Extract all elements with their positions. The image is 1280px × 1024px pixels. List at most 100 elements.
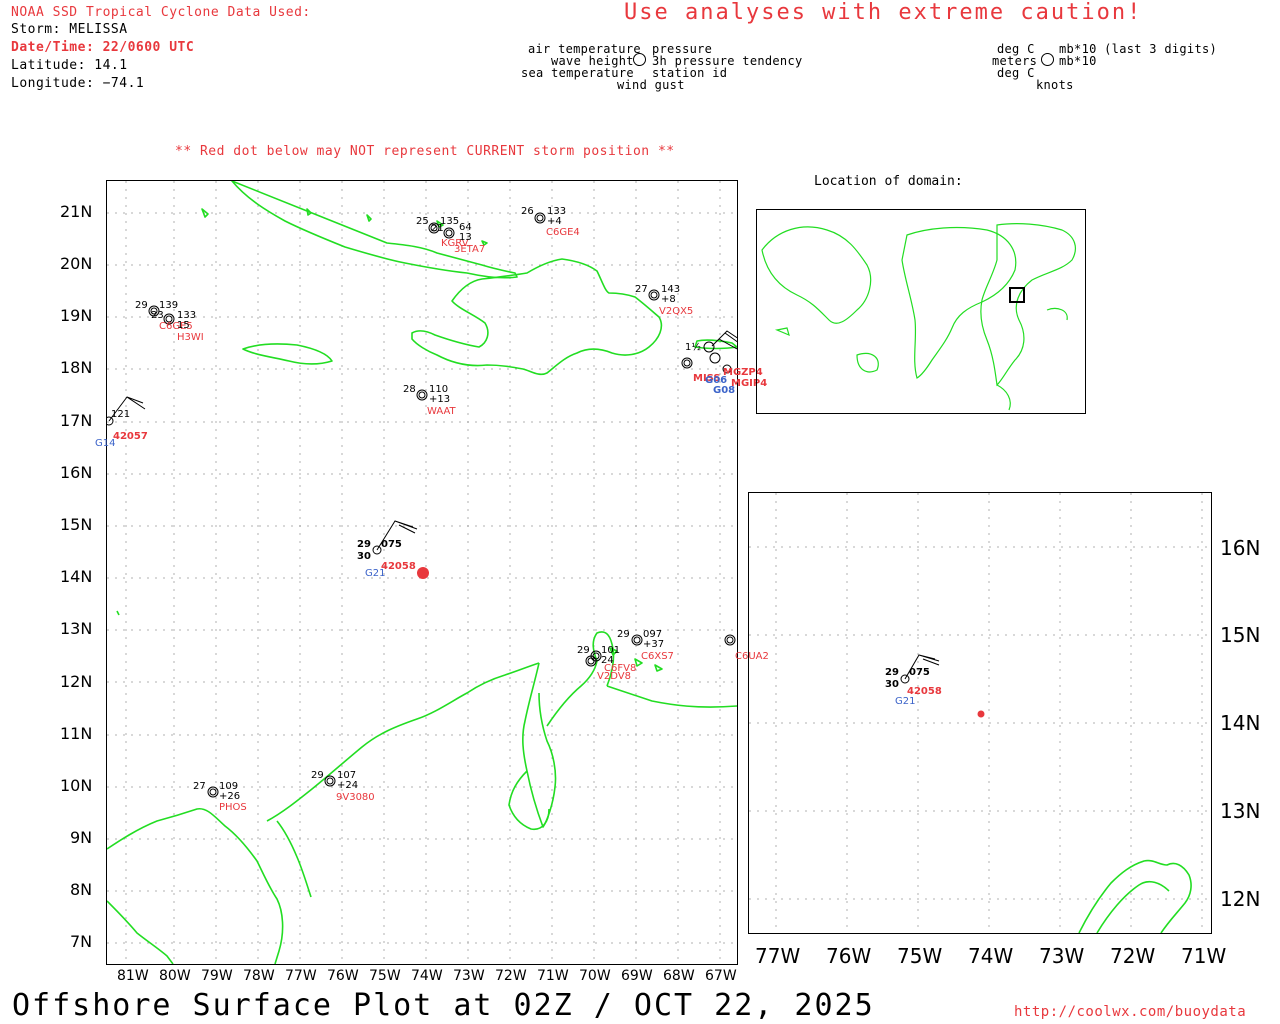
lon-tick: 77W xyxy=(285,968,317,984)
lat-tick: 9N xyxy=(70,828,93,847)
station-top-label: 21 xyxy=(431,223,444,234)
lon-tick: 73W xyxy=(453,968,485,984)
inset-title: Location of domain: xyxy=(814,174,963,189)
legend-units-circle-icon xyxy=(1041,53,1054,66)
satellite-label: G21 xyxy=(365,568,386,579)
station-top-label: 27 xyxy=(193,781,206,792)
legend-station-circle-icon xyxy=(633,53,646,66)
lat-tick: 7N xyxy=(70,932,93,951)
lon-tick: 72W xyxy=(495,968,527,984)
station-id-label: 42058 xyxy=(381,561,416,572)
legend-unit-mb: mb*10 xyxy=(1059,54,1097,68)
station-id-label: WAAT xyxy=(427,406,456,417)
lon-tick: 69W xyxy=(621,968,653,984)
lat-tick: 12N xyxy=(60,672,93,691)
station-tendency-label: +24 xyxy=(337,780,359,791)
station-pressure-label: 121 xyxy=(111,409,131,420)
zoom-satellite-label: G21 xyxy=(895,696,916,707)
plot-title: Offshore Surface Plot at 02Z / OCT 22, 2… xyxy=(12,988,875,1023)
station-tendency-label: +4 xyxy=(547,216,562,227)
zoom-map xyxy=(749,493,1211,933)
storm-center-marker xyxy=(417,567,429,579)
station-id-label: C6GE4 xyxy=(546,227,580,238)
lat-tick: 14N xyxy=(60,567,93,586)
lat-tick: 14N xyxy=(1220,711,1261,735)
station-top-label: 27 xyxy=(635,284,648,295)
lat-tick: 17N xyxy=(60,411,93,430)
station-id-label: 3ETA7 xyxy=(454,244,486,255)
storm-datetime: Date/Time: 22/0600 UTC xyxy=(11,40,195,55)
station-tendency-label: +8 xyxy=(661,294,676,305)
zoom-station-pressure-label: 075 xyxy=(909,667,930,678)
lat-tick: 11N xyxy=(60,724,93,743)
zoom-map-frame: 29 075 30 42058 G21 xyxy=(748,492,1212,934)
lon-tick: 70W xyxy=(579,968,611,984)
lat-tick: 13N xyxy=(1220,799,1261,823)
legend-unit-deg-c-sea: deg C xyxy=(997,66,1035,80)
lon-tick: 78W xyxy=(243,968,275,984)
lat-tick: 10N xyxy=(60,776,93,795)
zoom-station-top-label: 29 xyxy=(885,667,899,678)
station-pressure-label: 075 xyxy=(381,539,402,550)
lon-tick: 67W xyxy=(705,968,737,984)
station-id-label: C6FV8 xyxy=(604,663,637,674)
lat-tick: 21N xyxy=(60,202,93,221)
station-top-label: 1½ xyxy=(685,342,702,353)
lat-tick: 16N xyxy=(60,463,93,482)
lon-tick: 71W xyxy=(537,968,569,984)
station-top-label: 29 xyxy=(617,629,630,640)
lat-tick: 15N xyxy=(60,515,93,534)
lat-tick: 20N xyxy=(60,254,93,273)
lon-tick: 74W xyxy=(411,968,443,984)
lon-tick: 75W xyxy=(369,968,401,984)
lon-tick: 72W xyxy=(1110,944,1156,968)
lon-tick: 79W xyxy=(201,968,233,984)
lon-tick: 76W xyxy=(826,944,872,968)
lat-tick: 19N xyxy=(60,306,93,325)
station-id-label: H3WI xyxy=(177,332,204,343)
lat-tick: 13N xyxy=(60,619,93,638)
legend-wind-gust: wind gust xyxy=(617,78,685,92)
lon-tick: 75W xyxy=(897,944,943,968)
lat-tick: 8N xyxy=(70,880,93,899)
lon-tick: 76W xyxy=(327,968,359,984)
station-tendency-label: +26 xyxy=(219,791,241,802)
station-tendency-label: 13 xyxy=(459,232,472,243)
station-id-label: 9V3080 xyxy=(336,792,375,803)
station-top-label: 29 xyxy=(135,300,148,311)
station-id-label: PHOS xyxy=(219,802,247,813)
main-map-frame: 26 133 +4 C6GE4 25 135 KGRV 21 64 13 3ET… xyxy=(95,180,769,965)
lon-tick: 68W xyxy=(663,968,695,984)
zoom-station-tendency-label: 30 xyxy=(885,679,899,690)
source-title: NOAA SSD Tropical Cyclone Data Used: xyxy=(11,5,311,20)
station-id-label: V2QX5 xyxy=(659,306,694,317)
main-map xyxy=(107,181,737,964)
station-tendency-label: 30 xyxy=(357,551,371,562)
storm-latitude: Latitude: 14.1 xyxy=(11,58,128,73)
source-url[interactable]: http://coolwx.com/buoydata xyxy=(1014,1004,1246,1020)
lat-tick: 18N xyxy=(60,358,93,377)
station-tendency-label: +37 xyxy=(643,639,665,650)
lon-tick: 81W xyxy=(117,968,149,984)
lon-tick: 74W xyxy=(968,944,1014,968)
station-top-label: 26 xyxy=(521,206,534,217)
storm-longitude: Longitude: −74.1 xyxy=(11,76,145,91)
lon-tick: 73W xyxy=(1039,944,1085,968)
station-tendency-label: 23 xyxy=(151,310,164,321)
station-id-label: 42057 xyxy=(113,431,148,442)
station-top-label: 25 xyxy=(416,216,429,227)
station-top-label: 29 xyxy=(577,645,590,656)
station-tendency-label: +13 xyxy=(429,394,451,405)
lat-tick: 16N xyxy=(1220,536,1261,560)
station-top-label: 29 xyxy=(357,539,371,550)
satellite-label: G08 xyxy=(713,385,736,396)
legend-unit-knots: knots xyxy=(1036,78,1074,92)
station-top-label: 29 xyxy=(311,770,324,781)
zoom-storm-marker xyxy=(977,710,985,718)
station-tendency-label: 15 xyxy=(177,320,190,331)
red-dot-note: ** Red dot below may NOT represent CURRE… xyxy=(175,144,675,159)
station-top-label: 28 xyxy=(403,384,416,395)
lon-tick: 80W xyxy=(159,968,191,984)
lat-tick: 12N xyxy=(1220,887,1261,911)
location-inset xyxy=(756,209,1086,414)
